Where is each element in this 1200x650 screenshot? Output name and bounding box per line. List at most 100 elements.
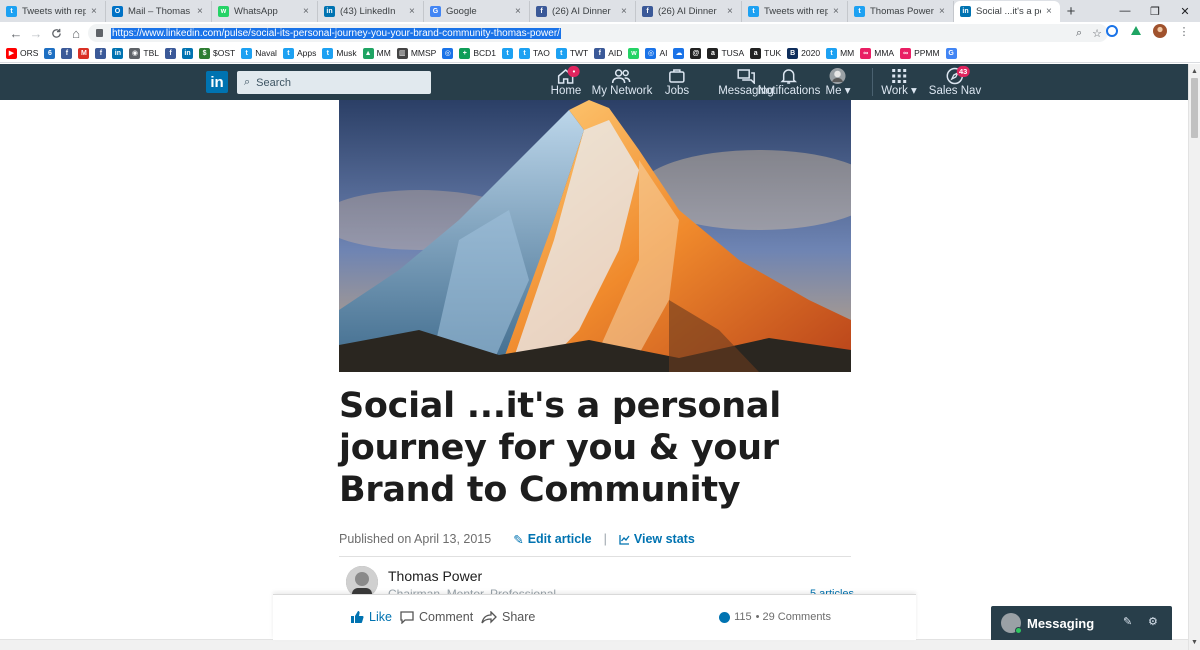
close-window-button[interactable]: ✕ [1170, 0, 1200, 22]
bookmark-item[interactable]: B 2020 [787, 47, 820, 59]
close-tab-icon[interactable]: × [91, 6, 99, 17]
browser-tab[interactable]: f (26) AI Dinner × [530, 1, 636, 22]
nav-item-grid[interactable]: Work ▾ [881, 67, 917, 99]
close-tab-icon[interactable]: × [409, 6, 417, 17]
scroll-up-arrow[interactable]: ▲ [1189, 66, 1200, 77]
bookmark-item[interactable]: ∞ PPMM [900, 47, 940, 59]
bookmark-item[interactable]: f [165, 47, 177, 59]
bookmark-item[interactable]: t Apps [282, 47, 316, 59]
bookmark-item[interactable]: ◉ TBL [129, 47, 159, 59]
bookmark-item[interactable]: f AID [594, 47, 622, 59]
bookmark-item[interactable]: w [628, 47, 640, 59]
nav-item-compass[interactable]: Sales Nav 43 [929, 66, 981, 99]
tab-title: Tweets with replies [22, 6, 86, 17]
horizontal-scrollbar[interactable] [0, 639, 1188, 650]
nav-item-notifications[interactable]: Notifications [758, 67, 820, 99]
close-tab-icon[interactable]: × [303, 6, 311, 17]
tab-title: Thomas Power on T [870, 6, 934, 17]
close-tab-icon[interactable]: × [515, 6, 523, 17]
bookmark-item[interactable]: t Musk [322, 47, 357, 59]
notifications-icon [780, 67, 798, 85]
scroll-down-arrow[interactable]: ▼ [1189, 637, 1200, 648]
home-button[interactable]: ⌂ [66, 23, 86, 43]
bookmark-item[interactable]: G [945, 47, 957, 59]
back-button[interactable]: ← [6, 23, 26, 43]
maximize-button[interactable]: ❐ [1140, 0, 1170, 22]
browser-tab[interactable]: t Thomas Power on T × [848, 1, 954, 22]
share-button[interactable]: Share [481, 610, 535, 624]
bookmark-item[interactable]: ◎ [442, 47, 454, 59]
nav-item-avatar[interactable]: Me ▾ [826, 67, 850, 99]
nav-item-home[interactable]: Home • [551, 66, 581, 99]
search-icon[interactable]: ⌕ [1076, 27, 1082, 40]
bookmark-item[interactable]: t [502, 47, 513, 59]
nav-item-jobs[interactable]: Jobs [665, 67, 689, 99]
bookmark-item[interactable]: f [95, 47, 107, 59]
bookmark-item[interactable]: a TUK [750, 47, 781, 59]
messaging-widget[interactable]: Messaging ✎ ⚙ [991, 606, 1172, 640]
browser-tab[interactable]: t Tweets with replies × [0, 1, 106, 22]
bookmark-item[interactable]: ▶ ORS [6, 47, 38, 59]
drive-extension-icon[interactable] [1128, 23, 1144, 39]
extension-icon[interactable] [1104, 23, 1120, 39]
new-tab-button[interactable]: + [1060, 1, 1082, 22]
close-tab-icon[interactable]: × [1046, 6, 1054, 17]
bookmark-item[interactable]: t TWT [555, 47, 588, 59]
browser-tab[interactable]: in Social ...it's a perso × [954, 1, 1060, 22]
twitter-icon: t [854, 6, 865, 17]
close-tab-icon[interactable]: × [621, 6, 629, 17]
vertical-scrollbar[interactable]: ▲ ▼ [1188, 64, 1200, 650]
like-button[interactable]: Like [350, 610, 392, 624]
reload-button[interactable] [46, 23, 66, 43]
scrollbar-thumb[interactable] [1191, 78, 1198, 138]
bookmark-item[interactable]: t MM [826, 47, 854, 59]
menu-icon[interactable]: ⋮ [1176, 23, 1192, 39]
bookmark-item[interactable]: t Naval [241, 47, 277, 59]
bookmark-item[interactable]: ◎ AI [645, 47, 667, 59]
bookmark-item[interactable]: M [78, 47, 90, 59]
close-tab-icon[interactable]: × [833, 6, 841, 17]
browser-tab[interactable]: O Mail – Thomas Pow × [106, 1, 212, 22]
browser-tab[interactable]: in (43) LinkedIn × [318, 1, 424, 22]
forward-button[interactable]: → [26, 23, 46, 43]
social-counts[interactable]: 115 • 29 Comments [719, 611, 831, 623]
bookmark-star-icon[interactable]: ☆ [1092, 27, 1102, 40]
minimize-button[interactable]: — [1110, 0, 1140, 22]
browser-tab[interactable]: G Google × [424, 1, 530, 22]
comment-button[interactable]: Comment [400, 610, 473, 624]
bookmark-item[interactable]: in [182, 47, 194, 59]
address-bar[interactable]: https://www.linkedin.com/pulse/social-it… [88, 24, 1108, 42]
close-tab-icon[interactable]: × [727, 6, 735, 17]
close-tab-icon[interactable]: × [197, 6, 205, 17]
nav-item-network[interactable]: My Network [592, 67, 652, 99]
search-box[interactable]: ⌕ [237, 71, 431, 94]
bookmark-item[interactable]: $ $OST [199, 47, 235, 59]
cloud-icon: ☁ [673, 47, 685, 59]
author-name[interactable]: Thomas Power [388, 566, 556, 586]
chart-icon: ▥ [396, 47, 408, 59]
bookmark-item[interactable]: in [112, 47, 124, 59]
edit-article-link[interactable]: ✎ Edit article [513, 532, 591, 547]
settings-icon[interactable]: ⚙ [1148, 615, 1158, 628]
bookmark-item[interactable]: f [61, 47, 73, 59]
search-input[interactable] [256, 76, 417, 89]
bookmark-item[interactable]: ▲ MM [362, 47, 391, 59]
linkedin-logo[interactable]: in [206, 71, 228, 93]
view-stats-link[interactable]: View stats [619, 532, 695, 546]
bookmark-item[interactable]: t TAO [519, 47, 550, 59]
browser-tab[interactable]: f (26) AI Dinner × [636, 1, 742, 22]
bookmark-item[interactable]: ☁ [673, 47, 685, 59]
bookmark-item[interactable]: a TUSA [707, 47, 744, 59]
bookmark-item[interactable]: ▥ MMSP [396, 47, 436, 59]
bookmark-label: Musk [336, 48, 357, 58]
browser-tab[interactable]: w WhatsApp × [212, 1, 318, 22]
bookmark-item[interactable]: @ [690, 47, 702, 59]
bookmark-item[interactable]: ∞ MMA [860, 47, 894, 59]
close-tab-icon[interactable]: × [939, 6, 947, 17]
profile-avatar-icon[interactable] [1152, 23, 1168, 39]
browser-tab[interactable]: t Tweets with replies × [742, 1, 848, 22]
bookmark-item[interactable]: + BCD1 [459, 47, 496, 59]
bookmark-item[interactable]: 6 [44, 47, 56, 59]
url-text[interactable]: https://www.linkedin.com/pulse/social-it… [111, 27, 561, 39]
compose-icon[interactable]: ✎ [1123, 615, 1132, 628]
